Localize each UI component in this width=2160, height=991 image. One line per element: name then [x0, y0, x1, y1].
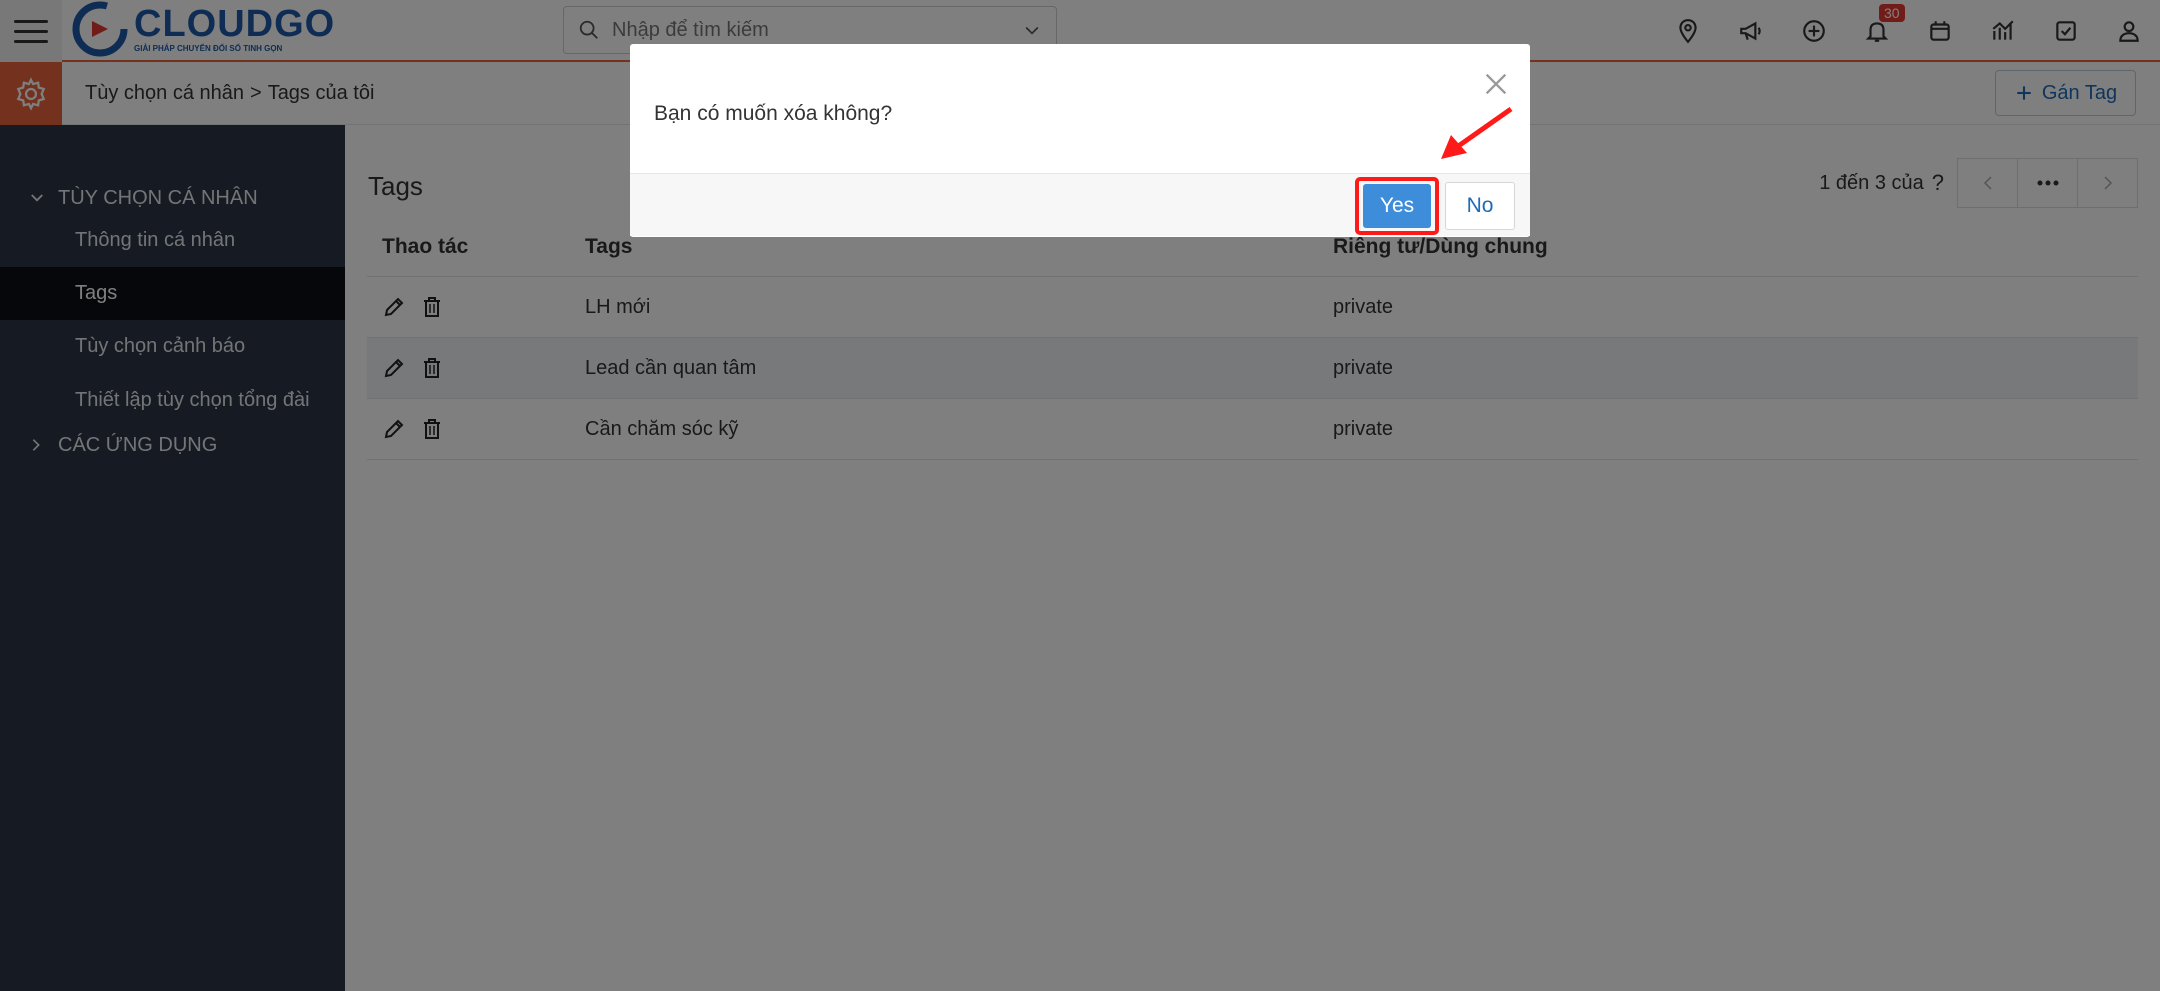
annotation-arrow-icon [1441, 106, 1513, 159]
dialog-footer: Yes No [630, 174, 1530, 236]
no-button[interactable]: No [1445, 182, 1515, 230]
confirm-delete-dialog: Bạn có muốn xóa không? Yes No [630, 44, 1530, 237]
close-icon[interactable] [1482, 70, 1510, 98]
yes-button[interactable]: Yes [1363, 184, 1431, 228]
dialog-message: Bạn có muốn xóa không? [654, 102, 893, 125]
dialog-body: Bạn có muốn xóa không? [630, 44, 1530, 174]
